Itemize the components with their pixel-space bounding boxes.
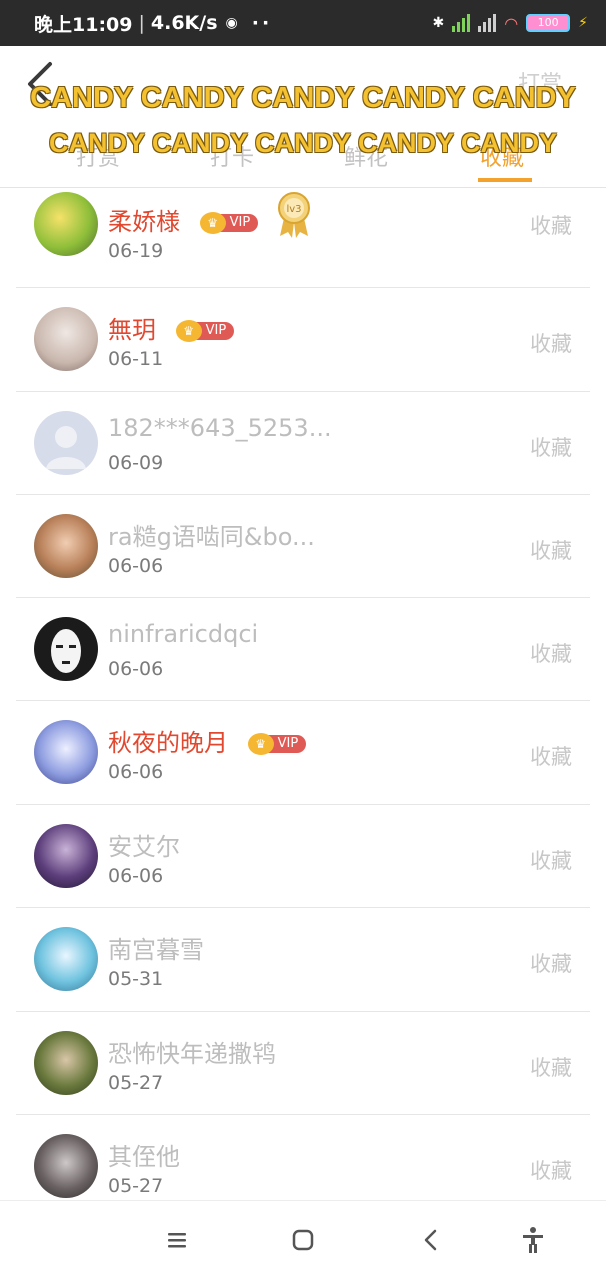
battery-level: 100 <box>537 16 559 29</box>
list-item[interactable]: 其侄他 05-27 收藏 <box>16 1115 590 1200</box>
watermark-line-1: CANDY CANDY CANDY CANDY CANDY <box>30 82 576 114</box>
user-name: 其侄他 <box>108 1143 180 1171</box>
user-name-text: 秋夜的晚月 <box>108 729 228 757</box>
vip-badge: ♛ VIP <box>247 733 307 755</box>
favorite-button[interactable]: 收藏 <box>530 432 572 462</box>
charging-icon: ⚡ <box>578 15 588 31</box>
status-separator: | <box>138 12 145 34</box>
signal-2-icon <box>478 14 497 32</box>
favorite-button[interactable]: 收藏 <box>530 638 572 668</box>
favorite-date: 06-09 <box>108 452 164 474</box>
favorite-button[interactable]: 收藏 <box>530 210 572 240</box>
favorite-date: 05-27 <box>108 1175 164 1197</box>
signal-icon <box>452 14 471 32</box>
favorite-button[interactable]: 收藏 <box>530 328 572 358</box>
status-time: 晚上11:09 <box>34 13 133 36</box>
user-name: 柔娇様 ♛ VIP lv3 <box>108 192 312 244</box>
favorite-date: 06-19 <box>108 240 164 262</box>
list-item[interactable]: ninfraricdqci 06-06 收藏 <box>16 598 590 701</box>
crown-icon: ♛ <box>199 212 226 234</box>
avatar <box>34 824 98 888</box>
vip-badge: ♛ VIP <box>175 320 235 342</box>
user-name: 無玥 ♛ VIP <box>108 310 235 345</box>
favorites-list: 柔娇様 ♛VIP lv3 06-19 收藏 無玥 ♛VIP 06-11 收藏 <box>0 188 606 1200</box>
home-square-icon <box>292 1229 314 1251</box>
avatar <box>34 927 98 991</box>
home-button[interactable] <box>288 1225 318 1255</box>
page-header: 打赏 打赏 打卡 鲜花 收藏 CANDY CANDY CANDY CANDY C… <box>0 46 606 188</box>
favorite-date: 06-06 <box>108 658 164 680</box>
avatar <box>34 307 98 371</box>
chevron-left-icon <box>424 1229 437 1251</box>
medal-icon: lv3 <box>276 192 312 244</box>
wifi-icon: ◠ <box>504 13 519 33</box>
user-name: 182***643_5253... <box>108 414 332 442</box>
vip-badge: ♛ VIP <box>199 212 259 234</box>
list-item[interactable]: 無玥 ♛ VIP 06-11 收藏 <box>16 288 590 392</box>
back-nav-button[interactable] <box>416 1225 446 1255</box>
avatar <box>34 617 98 681</box>
user-name: 恐怖快年递撒鸨 <box>108 1040 276 1068</box>
favorite-date: 05-27 <box>108 1072 164 1094</box>
battery-icon: 100 <box>526 14 571 32</box>
crown-icon: ♛ <box>247 733 274 755</box>
notification-icon: ◉ <box>225 15 238 31</box>
accessibility-button[interactable] <box>518 1225 548 1255</box>
favorite-date: 06-06 <box>108 865 164 887</box>
status-bar: 晚上11:09 | 4.6K/s ◉ ·· ✱ ◠ 100 ⚡ <box>0 0 606 46</box>
favorite-button[interactable]: 收藏 <box>530 1052 572 1082</box>
list-item[interactable]: 安艾尔 06-06 收藏 <box>16 805 590 908</box>
medal-level: lv3 <box>286 204 301 215</box>
user-name: ninfraricdqci <box>108 620 259 648</box>
user-name-text: 柔娇様 <box>108 208 180 236</box>
favorite-button[interactable]: 收藏 <box>530 741 572 771</box>
user-name: 秋夜的晚月 ♛ VIP <box>108 723 307 758</box>
bluetooth-icon: ✱ <box>432 15 445 31</box>
watermark-line-2: CANDY CANDY CANDY CANDY CANDY <box>48 128 558 158</box>
list-item[interactable]: 182***643_5253... 06-09 收藏 <box>16 392 590 495</box>
avatar <box>34 1031 98 1095</box>
favorite-date: 06-11 <box>108 348 164 370</box>
favorite-button[interactable]: 收藏 <box>530 535 572 565</box>
favorite-date: 05-31 <box>108 968 164 990</box>
avatar <box>34 720 98 784</box>
user-name: ra糙g语啮同&bo... <box>108 523 315 551</box>
avatar <box>34 1134 98 1198</box>
favorite-date: 06-06 <box>108 761 164 783</box>
avatar <box>34 514 98 578</box>
default-avatar-icon <box>34 411 98 475</box>
system-nav-bar <box>0 1200 606 1280</box>
menu-icon <box>168 1233 186 1248</box>
active-tab-indicator <box>478 178 532 182</box>
user-name: 安艾尔 <box>108 833 180 861</box>
network-speed: 4.6K/s <box>150 12 218 34</box>
favorite-button[interactable]: 收藏 <box>530 1155 572 1185</box>
user-name-text: 無玥 <box>108 316 156 344</box>
list-item[interactable]: 柔娇様 ♛ VIP lv3 06-19 收藏 <box>16 188 590 288</box>
list-item[interactable]: 秋夜的晚月 ♛ VIP 06-06 收藏 <box>16 701 590 805</box>
list-item[interactable]: 南宫暮雪 05-31 收藏 <box>16 908 590 1012</box>
favorite-button[interactable]: 收藏 <box>530 845 572 875</box>
list-item[interactable]: 恐怖快年递撒鸨 05-27 收藏 <box>16 1012 590 1115</box>
avatar <box>34 192 98 256</box>
more-notifications-icon: ·· <box>251 12 273 34</box>
recents-button[interactable] <box>162 1225 192 1255</box>
user-name: 南宫暮雪 <box>108 936 204 964</box>
list-item[interactable]: ra糙g语啮同&bo... 06-06 收藏 <box>16 495 590 598</box>
accessibility-icon <box>523 1227 543 1253</box>
favorite-date: 06-06 <box>108 555 164 577</box>
crown-icon: ♛ <box>175 320 202 342</box>
favorite-button[interactable]: 收藏 <box>530 948 572 978</box>
